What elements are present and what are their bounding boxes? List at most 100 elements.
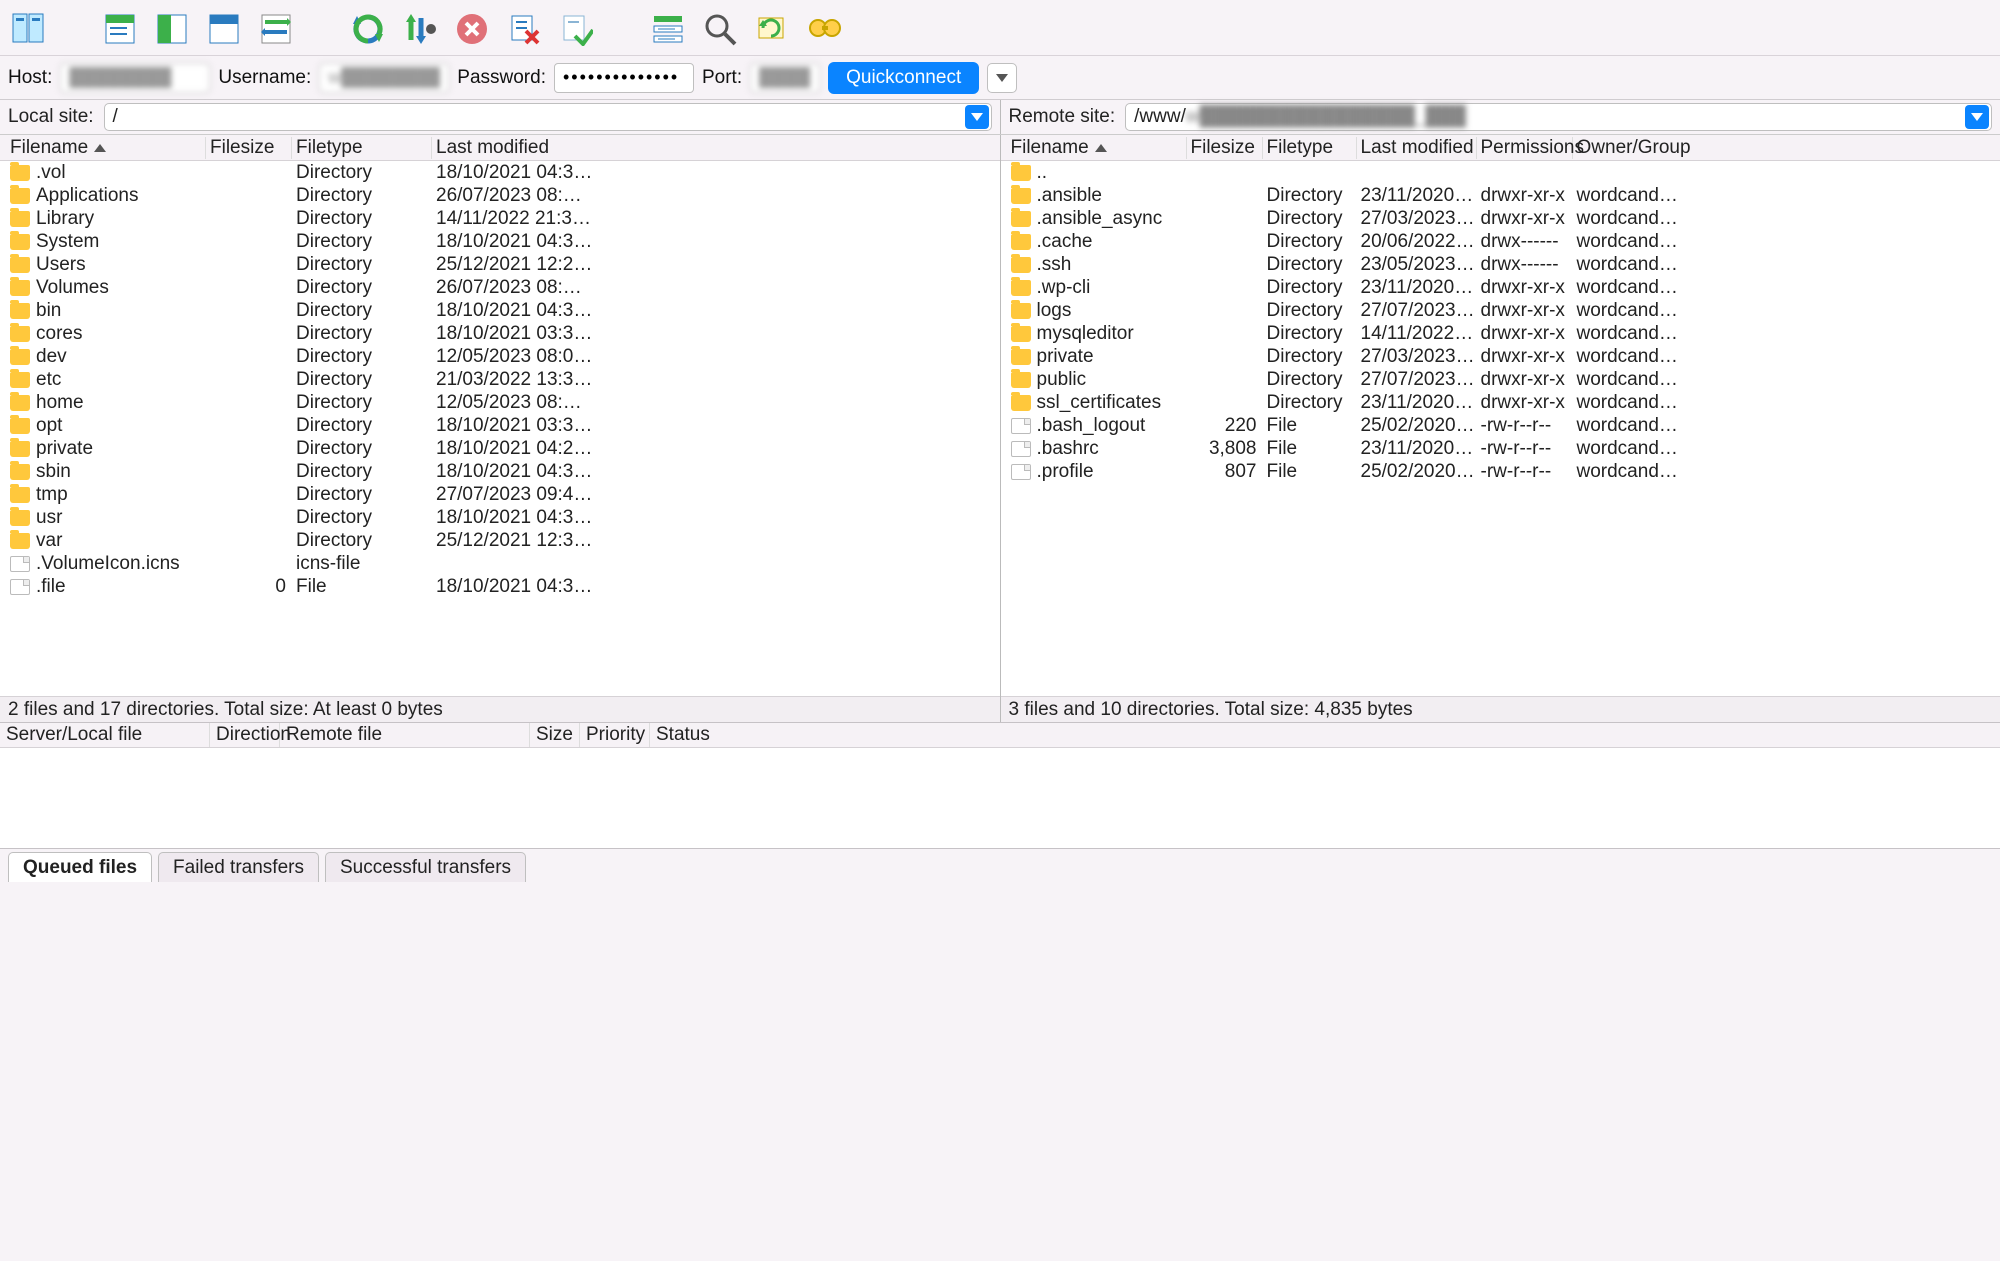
file-type: Directory	[292, 461, 432, 483]
col-permissions[interactable]: Permissions	[1477, 137, 1573, 159]
table-row[interactable]: .bashrc 3,808 File 23/11/2020 1… -rw-r--…	[1001, 437, 2000, 460]
col-modified[interactable]: Last modified	[1357, 137, 1477, 159]
username-input[interactable]	[319, 63, 449, 93]
table-row[interactable]: usr Directory 18/10/2021 04:3…	[0, 506, 1000, 529]
table-row[interactable]: ..	[1001, 161, 2000, 184]
col-modified[interactable]: Last modified	[432, 137, 612, 159]
table-row[interactable]: sbin Directory 18/10/2021 04:3…	[0, 460, 1000, 483]
quickconnect-dropdown[interactable]	[987, 63, 1017, 93]
queue-body[interactable]	[0, 748, 2000, 848]
table-row[interactable]: mysqleditor Directory 14/11/2022 1… drwx…	[1001, 322, 2000, 345]
password-input[interactable]	[554, 63, 694, 93]
table-row[interactable]: .profile 807 File 25/02/2020 1… -rw-r--r…	[1001, 460, 2000, 483]
table-row[interactable]: .VolumeIcon.icns icns-file	[0, 552, 1000, 575]
sync-icon[interactable]	[752, 9, 792, 49]
col-priority[interactable]: Priority	[580, 723, 650, 747]
table-row[interactable]: tmp Directory 27/07/2023 09:4…	[0, 483, 1000, 506]
folder-icon	[1011, 211, 1031, 227]
port-input[interactable]	[750, 63, 820, 93]
table-row[interactable]: .file 0 File 18/10/2021 04:3…	[0, 575, 1000, 598]
col-server-localfile[interactable]: Server/Local file	[0, 723, 210, 747]
reconnect-icon[interactable]	[556, 9, 596, 49]
file-modified: 18/10/2021 04:3…	[432, 300, 612, 322]
file-type: Directory	[1263, 392, 1357, 414]
table-row[interactable]: Library Directory 14/11/2022 21:3…	[0, 207, 1000, 230]
local-file-list[interactable]: .vol Directory 18/10/2021 04:3… Applicat…	[0, 161, 1000, 696]
table-row[interactable]: Applications Directory 26/07/2023 08:…	[0, 184, 1000, 207]
col-filetype[interactable]: Filetype	[1263, 137, 1357, 159]
table-row[interactable]: dev Directory 12/05/2023 08:0…	[0, 345, 1000, 368]
file-modified: 18/10/2021 03:3…	[432, 323, 612, 345]
col-direction[interactable]: Direction	[210, 723, 280, 747]
process-queue-icon[interactable]	[400, 9, 440, 49]
remote-file-list[interactable]: .. .ansible Directory 23/11/2020 1… drwx…	[1001, 161, 2000, 696]
dropdown-icon[interactable]	[1965, 105, 1989, 129]
dropdown-icon[interactable]	[965, 105, 989, 129]
search-icon[interactable]	[700, 9, 740, 49]
remote-header-row[interactable]: Filename Filesize Filetype Last modified…	[1001, 135, 2000, 161]
file-modified: 26/07/2023 08:…	[432, 277, 612, 299]
remote-site-input[interactable]: /www/w████████████████_███	[1125, 103, 1992, 131]
quickconnect-button[interactable]: Quickconnect	[828, 62, 979, 94]
cancel-icon[interactable]	[452, 9, 492, 49]
tab-successful-transfers[interactable]: Successful transfers	[325, 852, 526, 882]
folder-icon	[10, 441, 30, 457]
table-row[interactable]: .ansible_async Directory 27/03/2023 2… d…	[1001, 207, 2000, 230]
col-filesize[interactable]: Filesize	[1187, 137, 1263, 159]
table-row[interactable]: public Directory 27/07/2023 0… drwxr-xr-…	[1001, 368, 2000, 391]
toggle-log-icon[interactable]	[100, 9, 140, 49]
table-row[interactable]: logs Directory 27/07/2023 0… drwxr-xr-x …	[1001, 299, 2000, 322]
col-filesize[interactable]: Filesize	[206, 137, 292, 159]
host-input[interactable]	[60, 63, 210, 93]
table-row[interactable]: .wp-cli Directory 23/11/2020 1… drwxr-xr…	[1001, 276, 2000, 299]
table-row[interactable]: .cache Directory 20/06/2022 1… drwx-----…	[1001, 230, 2000, 253]
table-row[interactable]: Users Directory 25/12/2021 12:2…	[0, 253, 1000, 276]
file-name: .file	[36, 576, 66, 598]
col-owner[interactable]: Owner/Group	[1573, 137, 1683, 159]
table-row[interactable]: private Directory 18/10/2021 04:2…	[0, 437, 1000, 460]
file-type: File	[292, 576, 432, 598]
table-row[interactable]: .vol Directory 18/10/2021 04:3…	[0, 161, 1000, 184]
local-site-input[interactable]: /	[104, 103, 992, 131]
table-row[interactable]: bin Directory 18/10/2021 04:3…	[0, 299, 1000, 322]
tab-queued-files[interactable]: Queued files	[8, 852, 152, 882]
file-type: Directory	[1263, 323, 1357, 345]
col-remote-file[interactable]: Remote file	[280, 723, 530, 747]
table-row[interactable]: etc Directory 21/03/2022 13:3…	[0, 368, 1000, 391]
file-permissions: drwxr-xr-x	[1477, 346, 1573, 368]
table-row[interactable]: Volumes Directory 26/07/2023 08:…	[0, 276, 1000, 299]
col-status[interactable]: Status	[650, 723, 2000, 747]
col-size[interactable]: Size	[530, 723, 580, 747]
file-name: System	[36, 231, 99, 253]
table-row[interactable]: cores Directory 18/10/2021 03:3…	[0, 322, 1000, 345]
table-row[interactable]: .bash_logout 220 File 25/02/2020 1… -rw-…	[1001, 414, 2000, 437]
table-row[interactable]: .ansible Directory 23/11/2020 1… drwxr-x…	[1001, 184, 2000, 207]
file-type: Directory	[1263, 208, 1357, 230]
table-row[interactable]: .ssh Directory 23/05/2023 1… drwx------ …	[1001, 253, 2000, 276]
file-modified: 20/06/2022 1…	[1357, 231, 1477, 253]
col-filetype[interactable]: Filetype	[292, 137, 432, 159]
toggle-queue-icon[interactable]	[256, 9, 296, 49]
site-manager-icon[interactable]	[8, 9, 48, 49]
folder-icon	[10, 487, 30, 503]
local-header-row[interactable]: Filename Filesize Filetype Last modified	[0, 135, 1000, 161]
table-row[interactable]: home Directory 12/05/2023 08:…	[0, 391, 1000, 414]
file-modified: 12/05/2023 08:…	[432, 392, 612, 414]
find-icon[interactable]	[804, 9, 844, 49]
disconnect-icon[interactable]	[504, 9, 544, 49]
toggle-remote-tree-icon[interactable]	[204, 9, 244, 49]
table-row[interactable]: opt Directory 18/10/2021 03:3…	[0, 414, 1000, 437]
table-row[interactable]: private Directory 27/03/2023 2… drwxr-xr…	[1001, 345, 2000, 368]
table-row[interactable]: var Directory 25/12/2021 12:3…	[0, 529, 1000, 552]
filter-icon[interactable]	[648, 9, 688, 49]
table-row[interactable]: ssl_certificates Directory 23/11/2020 1……	[1001, 391, 2000, 414]
file-owner: wordcandy…	[1573, 392, 1683, 414]
queue-header: Server/Local file Direction Remote file …	[0, 722, 2000, 748]
site-path-row: Local site: / Remote site: /www/w███████…	[0, 100, 2000, 134]
file-permissions: drwxr-xr-x	[1477, 208, 1573, 230]
toggle-local-tree-icon[interactable]	[152, 9, 192, 49]
refresh-icon[interactable]	[348, 9, 388, 49]
table-row[interactable]: System Directory 18/10/2021 04:3…	[0, 230, 1000, 253]
folder-icon	[10, 326, 30, 342]
tab-failed-transfers[interactable]: Failed transfers	[158, 852, 319, 882]
